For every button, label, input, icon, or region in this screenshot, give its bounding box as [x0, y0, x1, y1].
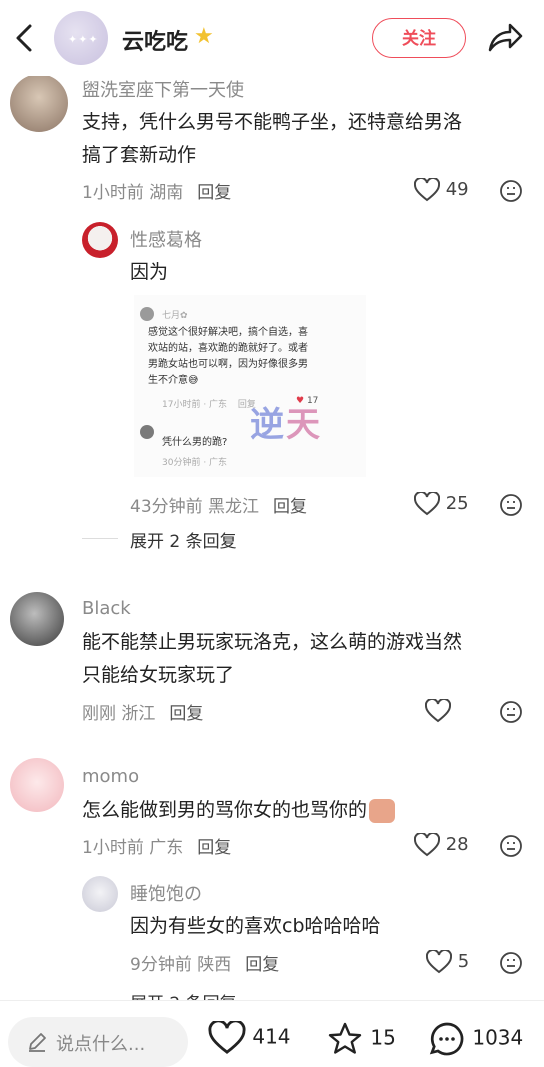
emoji-reaction-icon[interactable] — [499, 834, 523, 858]
commenter-avatar[interactable] — [10, 592, 64, 646]
author-name[interactable]: 云吃吃 — [122, 24, 188, 56]
comment-time-location: 1小时前 广东 — [82, 838, 184, 858]
embed-reply-meta: 30分钟前 · 广东 — [162, 458, 228, 468]
comment-meta: 1小时前 湖南 回复 — [82, 178, 231, 203]
expand-replies-button[interactable]: 展开 2 条回复 — [130, 527, 237, 552]
like-count: 28 — [445, 834, 469, 855]
emoji-reaction-icon[interactable] — [499, 179, 523, 203]
emoji-reaction-icon[interactable] — [499, 700, 523, 724]
reply-meta: 43分钟前 黑龙江 回复 — [130, 492, 307, 517]
like-post-button[interactable]: 414 — [208, 1021, 291, 1055]
comment-line: 支持，凭什么男号不能鸭子坐，还特意给男洛 — [82, 111, 463, 133]
top-bar: ✦✦✦ 云吃吃 ★ 关注 — [0, 0, 544, 76]
embedded-screenshot[interactable]: 七月✿ 感觉这个很好解决吧，搞个自选，喜 欢站的站，喜欢跪的跪就好了。或者 男跪… — [134, 295, 366, 477]
reply-button[interactable]: 回复 — [197, 183, 231, 203]
comment-input-placeholder: 说点什么... — [56, 1034, 146, 1055]
commenter-name[interactable]: momo — [82, 766, 139, 787]
comments-button[interactable]: 1034 — [428, 1021, 523, 1057]
embed-line: 欢站的站，喜欢跪的跪就好了。或者 — [148, 343, 308, 354]
replier-avatar[interactable] — [82, 876, 118, 912]
comment-text: 怎么能做到男的骂你女的也骂你的 — [82, 794, 396, 827]
heart-icon — [208, 1021, 246, 1054]
comment-line: 怎么能做到男的骂你女的也骂你的 — [82, 799, 368, 821]
post-like-count: 414 — [252, 1024, 291, 1049]
expand-divider — [82, 538, 118, 539]
star-icon — [328, 1022, 362, 1054]
share-icon[interactable] — [484, 20, 524, 56]
reply-meta: 9分钟前 陕西 回复 — [130, 950, 279, 975]
comment-line: 能不能禁止男玩家玩洛克，这么萌的游戏当然 — [82, 631, 463, 653]
embed-time: 17小时前 · 广东 — [162, 400, 228, 410]
back-arrow-icon[interactable] — [10, 20, 40, 56]
comment-meta: 1小时前 广东 回复 — [82, 833, 231, 858]
heart-icon — [414, 833, 440, 857]
watermark: 逆天 — [250, 397, 322, 446]
reply-time-location: 9分钟前 陕西 — [130, 955, 232, 975]
commenter-name[interactable]: 盥洗室座下第一天使 — [82, 76, 244, 102]
comment-line: 只能给女玩家玩了 — [82, 664, 235, 686]
embed-reply-avatar — [140, 425, 154, 439]
embed-author: 七月✿ — [162, 311, 188, 321]
commenter-avatar[interactable] — [10, 758, 64, 812]
embed-line: 男跪女站也可以啊，因为好像很多男 — [148, 359, 308, 370]
comment-text: 能不能禁止男玩家玩洛克，这么萌的游戏当然 只能给女玩家玩了 — [82, 626, 462, 692]
comment-meta: 刚刚 浙江 回复 — [82, 699, 203, 724]
heart-icon — [426, 950, 452, 974]
emoji-reaction-icon[interactable] — [499, 951, 523, 975]
replier-name[interactable]: 睡饱饱の — [130, 880, 202, 906]
star-badge-icon: ★ — [194, 24, 214, 49]
favorite-count: 15 — [370, 1025, 396, 1050]
pencil-icon — [29, 1033, 46, 1052]
like-count: 5 — [457, 951, 470, 972]
like-count: 49 — [445, 179, 469, 200]
reply-button[interactable]: 回复 — [169, 704, 203, 724]
author-avatar[interactable]: ✦✦✦ — [54, 11, 108, 65]
reply-text: 因为有些女的喜欢cb哈哈哈哈 — [130, 915, 381, 937]
commenter-name[interactable]: Black — [82, 598, 131, 619]
embed-avatar — [140, 307, 154, 321]
emoji-reaction-icon[interactable] — [499, 493, 523, 517]
favorite-button[interactable]: 15 — [326, 1021, 396, 1057]
comment-input[interactable]: 说点什么... — [8, 1017, 188, 1067]
follow-button[interactable]: 关注 — [372, 18, 466, 58]
heart-icon[interactable] — [425, 699, 451, 723]
reply-time-location: 43分钟前 黑龙江 — [130, 497, 260, 517]
comment-time-location: 刚刚 浙江 — [82, 704, 156, 724]
like-button[interactable]: 28 — [414, 833, 469, 857]
comment-count: 1034 — [472, 1025, 524, 1050]
comment-time-location: 1小时前 湖南 — [82, 183, 184, 203]
embed-meta: 17小时前 · 广东 回复 — [162, 397, 256, 410]
replier-avatar[interactable] — [82, 222, 118, 258]
comment-bubble-icon — [429, 1022, 464, 1056]
comment-text: 支持，凭什么男号不能鸭子坐，还特意给男洛 搞了套新动作 — [82, 106, 462, 172]
watermark-char-b: 天 — [286, 405, 322, 445]
reply-text: 因为 — [130, 261, 169, 283]
like-count: 25 — [445, 493, 469, 514]
heart-icon — [414, 178, 440, 202]
bottom-action-bar: 说点什么... 414 15 1034 — [0, 1000, 544, 1067]
reply-button[interactable]: 回复 — [197, 838, 231, 858]
heart-icon — [414, 492, 440, 516]
embed-reply-text: 凭什么男的跪? — [162, 437, 228, 448]
reply-button[interactable]: 回复 — [273, 497, 307, 517]
reply-button[interactable]: 回复 — [245, 955, 279, 975]
like-button[interactable]: 5 — [426, 950, 469, 974]
embed-line: 感觉这个很好解决吧，搞个自选，喜 — [148, 327, 308, 338]
embed-text: 感觉这个很好解决吧，搞个自选，喜 欢站的站，喜欢跪的跪就好了。或者 男跪女站也可… — [148, 325, 308, 389]
replier-name[interactable]: 性感葛格 — [130, 226, 202, 252]
embed-line: 生不介意😅 — [148, 375, 199, 386]
sticker-emoji-icon — [369, 798, 396, 823]
like-button[interactable]: 49 — [414, 178, 469, 202]
comment-line: 搞了套新动作 — [82, 144, 197, 166]
like-button[interactable]: 25 — [414, 492, 469, 516]
commenter-avatar[interactable] — [10, 74, 68, 132]
watermark-char-a: 逆 — [250, 405, 286, 445]
